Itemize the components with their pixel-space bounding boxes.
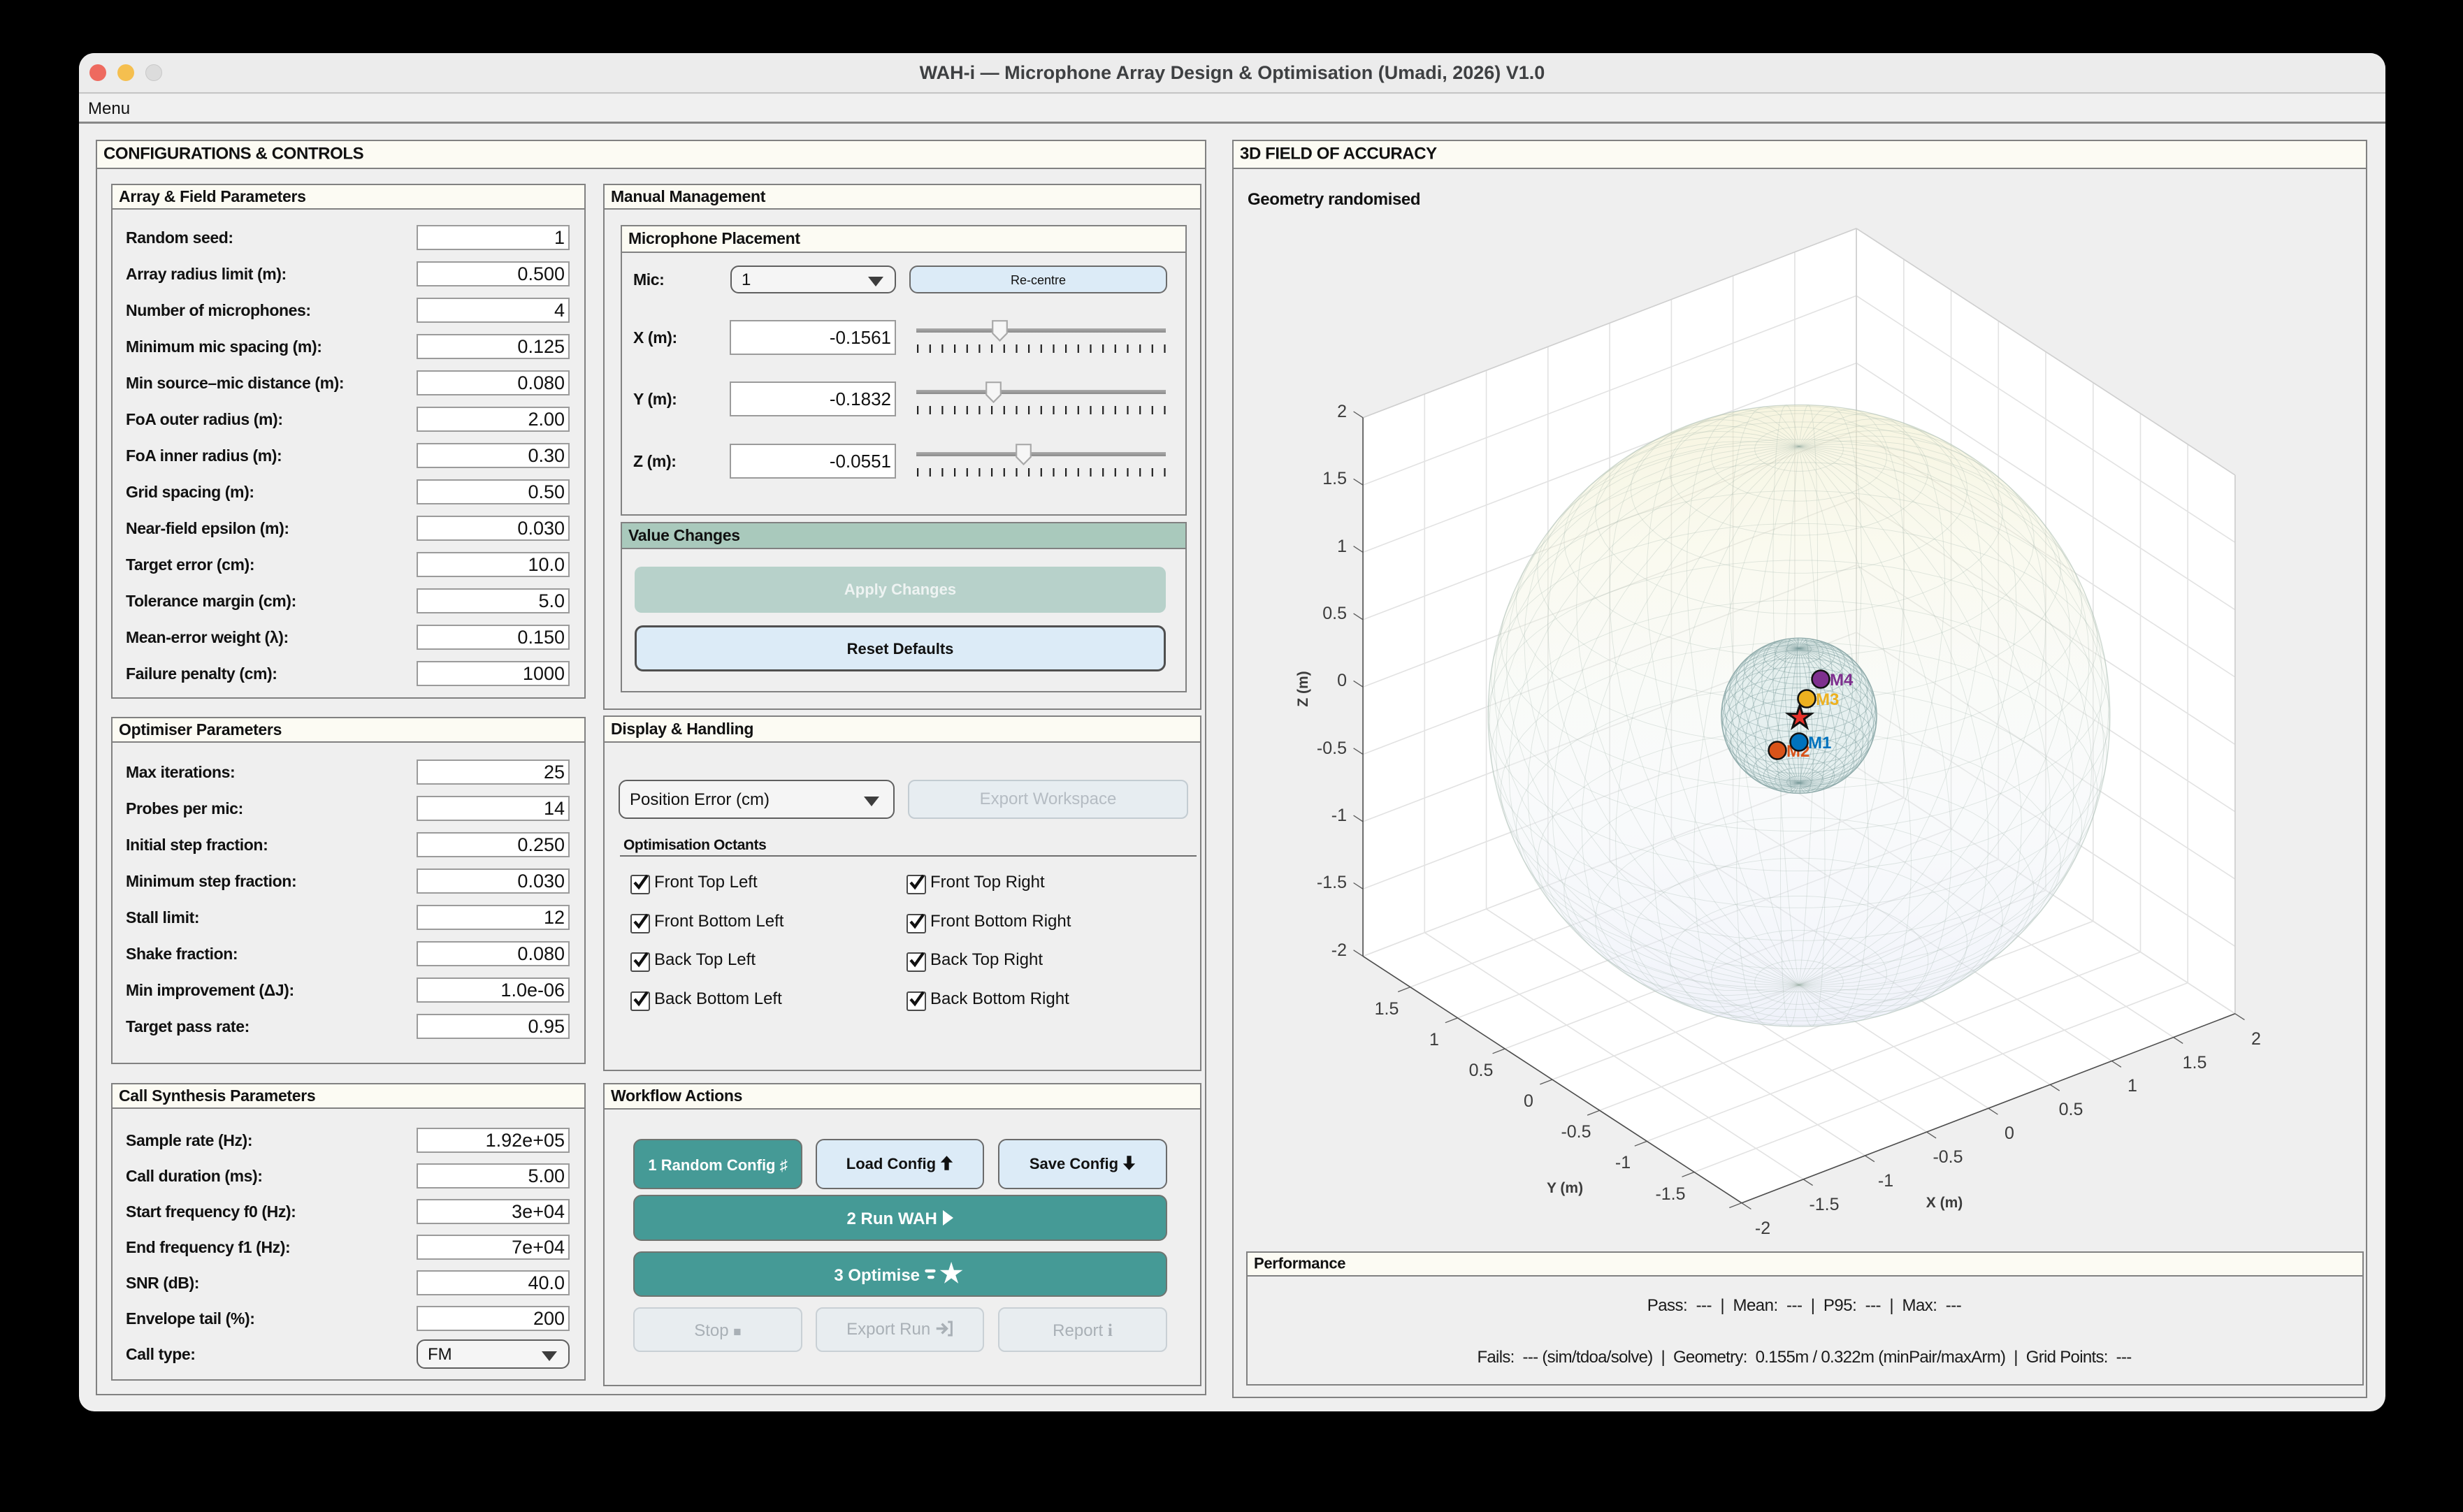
- svg-text:0.5: 0.5: [1469, 1061, 1494, 1080]
- svg-text:1: 1: [1429, 1030, 1439, 1049]
- svg-text:-0.5: -0.5: [1317, 739, 1347, 758]
- svg-text:0: 0: [1337, 671, 1347, 690]
- svg-text:1.5: 1.5: [1322, 469, 1347, 488]
- svg-text:0: 0: [1524, 1091, 1533, 1111]
- svg-text:-0.5: -0.5: [1933, 1147, 1963, 1167]
- svg-text:-2: -2: [1331, 940, 1347, 960]
- svg-text:M1: M1: [1808, 734, 1831, 753]
- svg-text:-1.5: -1.5: [1317, 873, 1347, 892]
- svg-text:2: 2: [1337, 402, 1347, 421]
- svg-text:-1: -1: [1615, 1153, 1631, 1172]
- svg-text:0: 0: [2005, 1124, 2014, 1143]
- svg-text:M3: M3: [1816, 690, 1839, 709]
- svg-text:-0.5: -0.5: [1561, 1122, 1591, 1142]
- svg-text:0.5: 0.5: [2059, 1100, 2083, 1119]
- svg-text:Z (m): Z (m): [1295, 671, 1311, 706]
- svg-text:X (m): X (m): [1926, 1195, 1963, 1211]
- svg-text:M4: M4: [1830, 671, 1854, 690]
- svg-text:-1: -1: [1331, 806, 1347, 825]
- svg-text:Y (m): Y (m): [1547, 1180, 1583, 1196]
- svg-text:1: 1: [1337, 537, 1347, 556]
- svg-text:-1: -1: [1878, 1171, 1893, 1191]
- svg-text:2: 2: [2251, 1029, 2261, 1049]
- svg-text:0.5: 0.5: [1322, 604, 1347, 623]
- svg-text:1.5: 1.5: [1375, 999, 1399, 1019]
- svg-text:-1.5: -1.5: [1809, 1195, 1839, 1214]
- svg-text:-2: -2: [1755, 1219, 1770, 1238]
- svg-text:1: 1: [2128, 1076, 2137, 1096]
- svg-text:1.5: 1.5: [2183, 1053, 2207, 1073]
- svg-text:-1.5: -1.5: [1655, 1184, 1685, 1204]
